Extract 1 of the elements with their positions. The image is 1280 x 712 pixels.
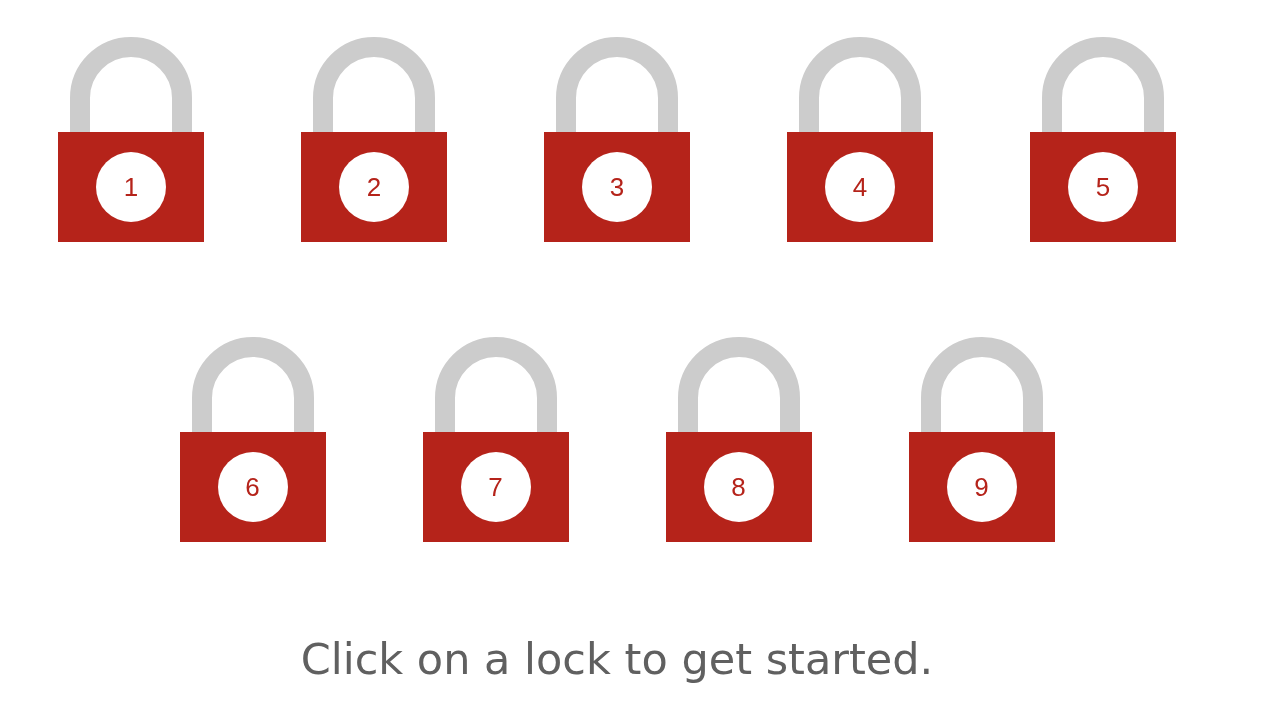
instruction-text: Click on a lock to get started. bbox=[299, 634, 935, 684]
